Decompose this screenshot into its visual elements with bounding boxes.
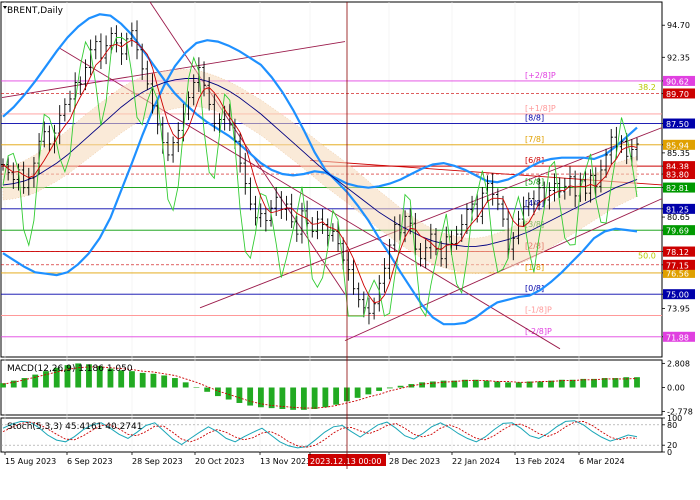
time-tick-label: 15 Aug 2023 [5, 457, 56, 466]
macd-histogram-bar [612, 378, 619, 388]
price-tag-text: 75.00 [666, 291, 689, 300]
time-tick-label: 2023.12.13 00:00 [310, 457, 381, 466]
macd-histogram-bar [494, 381, 501, 388]
time-tick-label: 6 Mar 2024 [579, 457, 625, 466]
macd-histogram-bar [333, 387, 340, 405]
chart-canvas: [+2/8]P[+1/8]P[8/8][7/8][6/8][5/8][4/8][… [0, 0, 700, 500]
macd-histogram-bar [376, 387, 383, 391]
macd-histogram-bar [182, 382, 189, 388]
price-tag-text: 81.25 [666, 205, 689, 214]
price-tag-text: 71.88 [666, 333, 689, 342]
macd-histogram-bar [161, 375, 168, 388]
time-tick-label: 13 Feb 2024 [515, 457, 565, 466]
macd-histogram-bar [139, 372, 146, 388]
price-tag-text: 79.69 [666, 227, 689, 236]
price-tick-label: 80.65 [667, 213, 690, 222]
macd-histogram-bar [311, 387, 318, 409]
macd-histogram-bar [290, 387, 297, 410]
time-tick-label: 28 Dec 2023 [389, 457, 440, 466]
macd-histogram-bar [172, 378, 178, 388]
price-tag-text: 78.12 [666, 248, 689, 257]
macd-histogram-bar [429, 381, 436, 388]
macd-histogram-bar [150, 373, 157, 388]
fib-level-label: 50.0 [638, 251, 656, 260]
macd-histogram-bar [483, 380, 490, 388]
price-tag-text: 76.56 [666, 269, 689, 278]
macd-histogram-bar [537, 381, 544, 388]
price-tag-text: 90.62 [666, 77, 689, 86]
macd-histogram-bar [365, 387, 372, 395]
macd-histogram-bar [204, 387, 211, 392]
murray-level-label: [8/8] [525, 114, 544, 123]
price-tag-text: 77.15 [666, 261, 689, 270]
macd-histogram-bar [10, 380, 17, 388]
macd-histogram-bar [322, 387, 329, 408]
macd-histogram-bar [515, 382, 522, 388]
macd-histogram-bar [397, 385, 404, 388]
murray-level-label: [-1/8]P [525, 305, 552, 314]
stoch-tick-label: 80 [667, 421, 677, 430]
macd-histogram-bar [300, 387, 307, 410]
price-tick-label: 92.35 [667, 53, 690, 62]
chart-window: [+2/8]P [+1/8]P [8/8] [7/8] [6/8] [5/8] [4/8][… [0, 0, 700, 500]
price-tag-text: 83.80 [666, 171, 689, 180]
stoch-tick-label: 0 [667, 448, 672, 457]
time-tick-label: 22 Jan 2024 [452, 457, 500, 466]
macd-histogram-bar [440, 380, 447, 388]
macd-tick-label: 0.00 [667, 384, 685, 393]
macd-tick-label: 2.808 [667, 359, 690, 368]
murray-level-label: [+1/8]P [525, 104, 556, 113]
macd-histogram-bar [279, 387, 286, 409]
macd-histogram-bar [505, 382, 511, 388]
time-tick-label: 6 Sep 2023 [67, 457, 113, 466]
murray-level-label: [-2/8]P [525, 327, 552, 336]
price-tick-label: 94.70 [667, 21, 690, 30]
chart-title: BRENT,Daily [7, 6, 64, 16]
price-tag-text: 82.81 [666, 184, 689, 193]
stoch-title: Stoch(5,3,3) 45.4161 40.2741 [7, 422, 142, 432]
price-tick-label: 73.95 [667, 305, 690, 314]
time-tick-label: 20 Oct 2023 [195, 457, 244, 466]
macd-histogram-bar [354, 387, 361, 398]
macd-histogram-bar [386, 387, 393, 389]
murray-level-label: [+2/8]P [525, 71, 556, 80]
macd-histogram-bar [247, 387, 254, 406]
fib-level-label: 38.2 [638, 83, 656, 92]
macd-histogram-bar [419, 382, 425, 388]
time-tick-label: 13 Nov 2023 [260, 457, 311, 466]
macd-title: MACD(12,26,9) 1.186 1.050 [7, 364, 133, 374]
murray-level-label: [5/8] [525, 178, 544, 187]
murray-level-label: [7/8] [525, 135, 544, 144]
price-tag-text: 87.50 [666, 120, 689, 129]
price-tag-text: 85.94 [666, 141, 689, 150]
price-tag-text: 89.70 [666, 90, 689, 99]
macd-histogram-bar [193, 387, 200, 388]
macd-histogram-bar [236, 387, 243, 403]
time-tick-label: 28 Sep 2023 [132, 457, 183, 466]
